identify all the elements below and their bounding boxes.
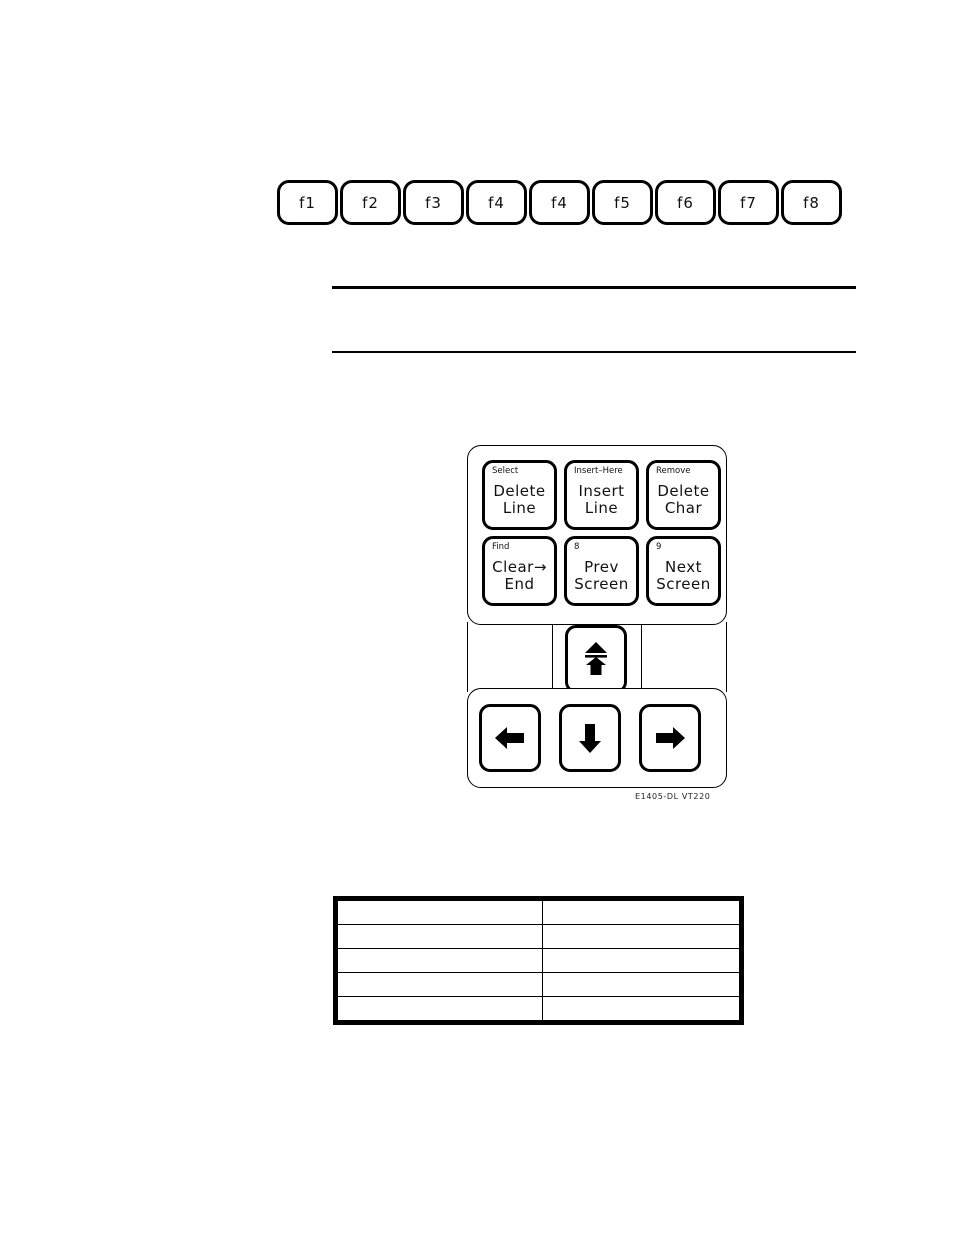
fkey-f3[interactable]: f3 — [403, 180, 464, 225]
fkey-label: f4 — [488, 193, 505, 212]
key-main-label: Prev Screen — [574, 557, 629, 593]
key-legend: Find — [492, 542, 510, 552]
arrow-key-row — [479, 704, 701, 772]
key-main-label: Delete Char — [657, 481, 710, 517]
figure-caption: E1405-DL VT220 — [635, 792, 711, 801]
table-cell — [334, 898, 544, 925]
editing-key-insert-line[interactable]: Insert–Here Insert Line — [564, 460, 639, 530]
key-legend: Remove — [656, 466, 691, 476]
key-label-line2: Char — [664, 498, 703, 517]
key-main-label: Insert Line — [578, 481, 625, 517]
fkey-f7[interactable]: f7 — [718, 180, 779, 225]
fkey-label: f2 — [362, 193, 379, 212]
editing-key-next-screen[interactable]: 9 Next Screen — [646, 536, 721, 606]
table-cell — [334, 924, 544, 949]
key-legend: 8 — [574, 542, 580, 552]
key-main-label: Clear→ End — [492, 557, 547, 593]
function-key-row: f1 f2 f3 f4 f4 f5 f6 f7 f8 — [277, 180, 842, 225]
blank-rule-block — [332, 286, 856, 353]
fkey-f4-duplicate[interactable]: f4 — [529, 180, 590, 225]
fkey-f2[interactable]: f2 — [340, 180, 401, 225]
key-label-line2: Screen — [656, 574, 711, 593]
editing-key-delete-char[interactable]: Remove Delete Char — [646, 460, 721, 530]
table-cell — [542, 948, 742, 973]
up-arrow-icon — [585, 642, 607, 675]
blank-data-table — [333, 896, 744, 1025]
editing-keypad-bezel: Select Delete Line Insert–Here Insert Line Rem… — [467, 445, 727, 625]
key-label-line2: End — [504, 574, 535, 593]
fkey-label: f1 — [299, 193, 316, 212]
key-label-line1: Delete — [657, 481, 710, 500]
rule-bottom — [332, 351, 856, 353]
table-row — [334, 898, 742, 925]
table-row — [334, 948, 742, 973]
key-label-line1: Delete — [493, 481, 546, 500]
table-cell — [334, 948, 544, 973]
key-label-line2: Line — [502, 498, 537, 517]
editing-key-grid: Select Delete Line Insert–Here Insert Line Rem… — [482, 460, 721, 606]
table-cell — [542, 898, 742, 925]
fkey-label: f8 — [803, 193, 820, 212]
key-label-line1: Prev — [584, 557, 619, 576]
table-row — [334, 924, 742, 949]
fkey-f1[interactable]: f1 — [277, 180, 338, 225]
editing-key-clear-end[interactable]: Find Clear→ End — [482, 536, 557, 606]
fkey-label: f6 — [677, 193, 694, 212]
table-cell — [334, 996, 544, 1023]
rule-gap — [332, 289, 856, 351]
fkey-label: f4 — [551, 193, 568, 212]
key-main-label: Delete Line — [493, 481, 546, 517]
bezel-connector-left — [467, 622, 553, 692]
table-cell — [334, 972, 544, 997]
fkey-f6[interactable]: f6 — [655, 180, 716, 225]
key-label-line2: Line — [584, 498, 619, 517]
bezel-connector-right — [641, 622, 727, 692]
fkey-f5[interactable]: f5 — [592, 180, 653, 225]
key-legend: Select — [492, 466, 519, 476]
table-cell — [542, 996, 742, 1023]
left-arrow-key[interactable] — [479, 704, 541, 772]
fkey-label: f5 — [614, 193, 631, 212]
key-main-label: Next Screen — [656, 557, 711, 593]
right-arrow-icon — [656, 727, 685, 749]
key-label-line2: Screen — [574, 574, 629, 593]
key-label-line1: Next — [665, 557, 702, 576]
fkey-label: f7 — [740, 193, 757, 212]
right-arrow-key[interactable] — [639, 704, 701, 772]
fkey-f4[interactable]: f4 — [466, 180, 527, 225]
table-row — [334, 972, 742, 997]
key-legend: 9 — [656, 542, 662, 552]
key-label-line1: Insert — [578, 481, 625, 500]
table-cell — [542, 924, 742, 949]
table-row — [334, 996, 742, 1023]
up-arrow-key[interactable] — [565, 625, 627, 693]
editing-key-prev-screen[interactable]: 8 Prev Screen — [564, 536, 639, 606]
table-cell — [542, 972, 742, 997]
down-arrow-key[interactable] — [559, 704, 621, 772]
vt220-keypad-figure: Select Delete Line Insert–Here Insert Line Rem… — [455, 430, 745, 820]
key-legend: Insert–Here — [574, 466, 623, 476]
fkey-label: f3 — [425, 193, 442, 212]
editing-key-delete-line[interactable]: Select Delete Line — [482, 460, 557, 530]
down-arrow-icon — [579, 724, 601, 753]
key-label-line1: Clear→ — [492, 557, 547, 576]
fkey-f8[interactable]: f8 — [781, 180, 842, 225]
left-arrow-icon — [495, 727, 524, 749]
